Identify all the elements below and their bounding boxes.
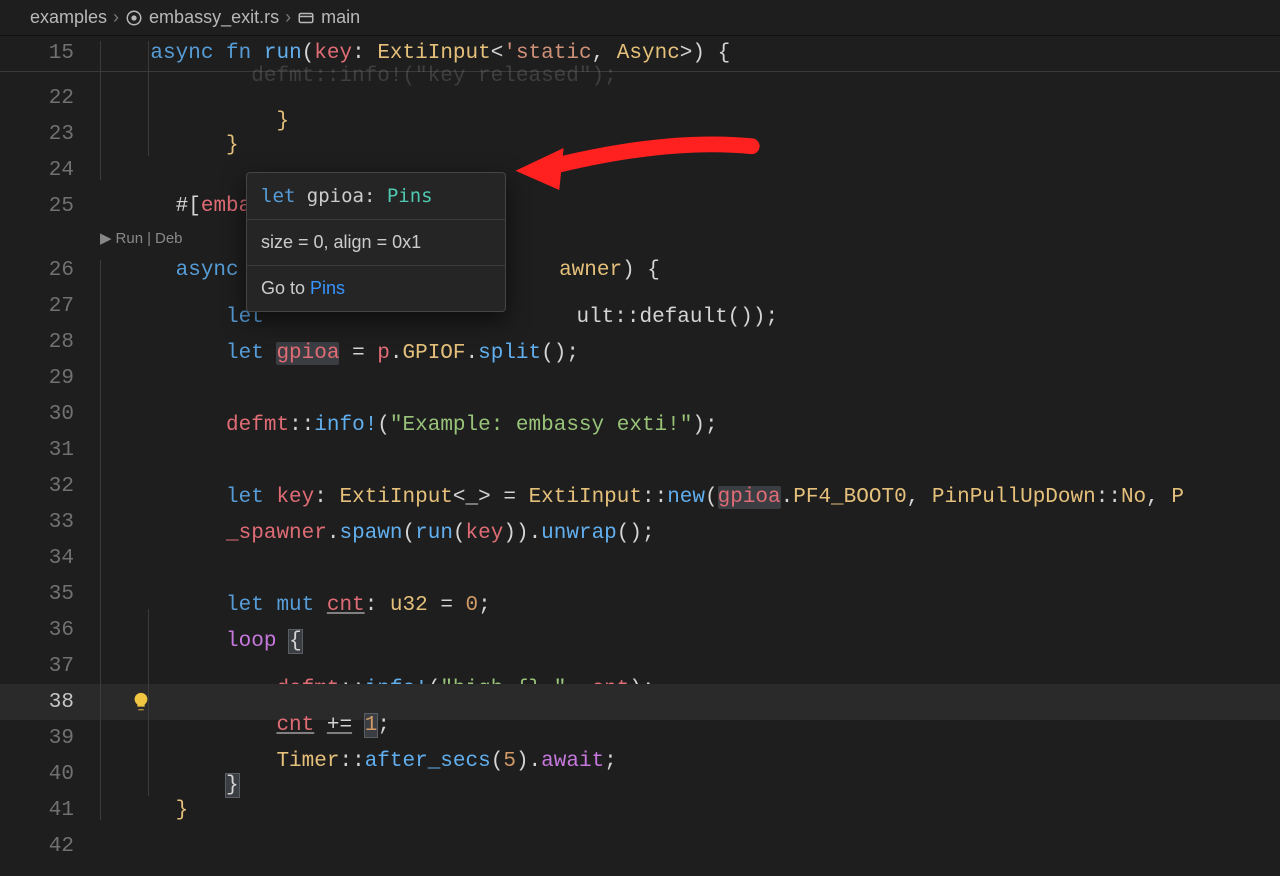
rust-file-icon <box>125 9 143 27</box>
code-line[interactable]: 40 } <box>0 756 1280 792</box>
code-line[interactable]: 41 } <box>0 792 1280 828</box>
line-number: 25 <box>0 195 100 218</box>
hover-tooltip[interactable]: let gpioa: Pins size = 0, align = 0x1 Go… <box>246 172 506 312</box>
chevron-right-icon: › <box>285 7 291 28</box>
code-line[interactable]: 42 <box>0 828 1280 864</box>
symbol-function-icon <box>297 9 315 27</box>
hover-goto-link[interactable]: Pins <box>310 278 345 298</box>
line-number: 42 <box>0 835 100 858</box>
line-number: 22 <box>0 87 100 110</box>
line-number: 38 <box>0 691 100 714</box>
line-number: 23 <box>0 123 100 146</box>
breadcrumb-item-symbol[interactable]: main <box>297 7 360 28</box>
line-number: 29 <box>0 367 100 390</box>
line-number: 24 <box>0 159 100 182</box>
breadcrumb: examples › embassy_exit.rs › main <box>0 0 1280 36</box>
line-number: 30 <box>0 403 100 426</box>
hover-signature: let gpioa: Pins <box>247 173 505 219</box>
chevron-right-icon: › <box>113 7 119 28</box>
code-line[interactable]: 28 let gpioa = p.GPIOF.split(); <box>0 324 1280 360</box>
line-number: 33 <box>0 511 100 534</box>
line-number: 26 <box>0 259 100 282</box>
line-number: 28 <box>0 331 100 354</box>
line-number: 39 <box>0 727 100 750</box>
line-number: 40 <box>0 763 100 786</box>
line-number-sticky: 15 <box>0 42 100 65</box>
breadcrumb-label: embassy_exit.rs <box>149 7 279 28</box>
breadcrumb-item-file[interactable]: embassy_exit.rs <box>125 7 279 28</box>
breadcrumb-label: main <box>321 7 360 28</box>
hover-type-info: size = 0, align = 0x1 <box>247 220 505 265</box>
line-number: 32 <box>0 475 100 498</box>
code-line[interactable]: 33 _spawner.spawn(run(key)).unwrap(); <box>0 504 1280 540</box>
breadcrumb-label: examples <box>30 7 107 28</box>
line-number: 36 <box>0 619 100 642</box>
line-number: 27 <box>0 295 100 318</box>
line-number: 34 <box>0 547 100 570</box>
breadcrumb-item-examples[interactable]: examples <box>30 7 107 28</box>
line-number: 37 <box>0 655 100 678</box>
code-line[interactable]: 30 defmt::info!("Example: embassy exti!"… <box>0 396 1280 432</box>
code-line[interactable]: 23 } <box>0 116 1280 152</box>
line-number: 35 <box>0 583 100 606</box>
code-line[interactable]: 25 #[embass <box>0 188 1280 224</box>
line-number: 41 <box>0 799 100 822</box>
code-editor[interactable]: 21 defmt::info!("key released"); 22 } 23… <box>0 72 1280 864</box>
line-number: 31 <box>0 439 100 462</box>
hover-goto-row[interactable]: Go to Pins <box>247 266 505 311</box>
